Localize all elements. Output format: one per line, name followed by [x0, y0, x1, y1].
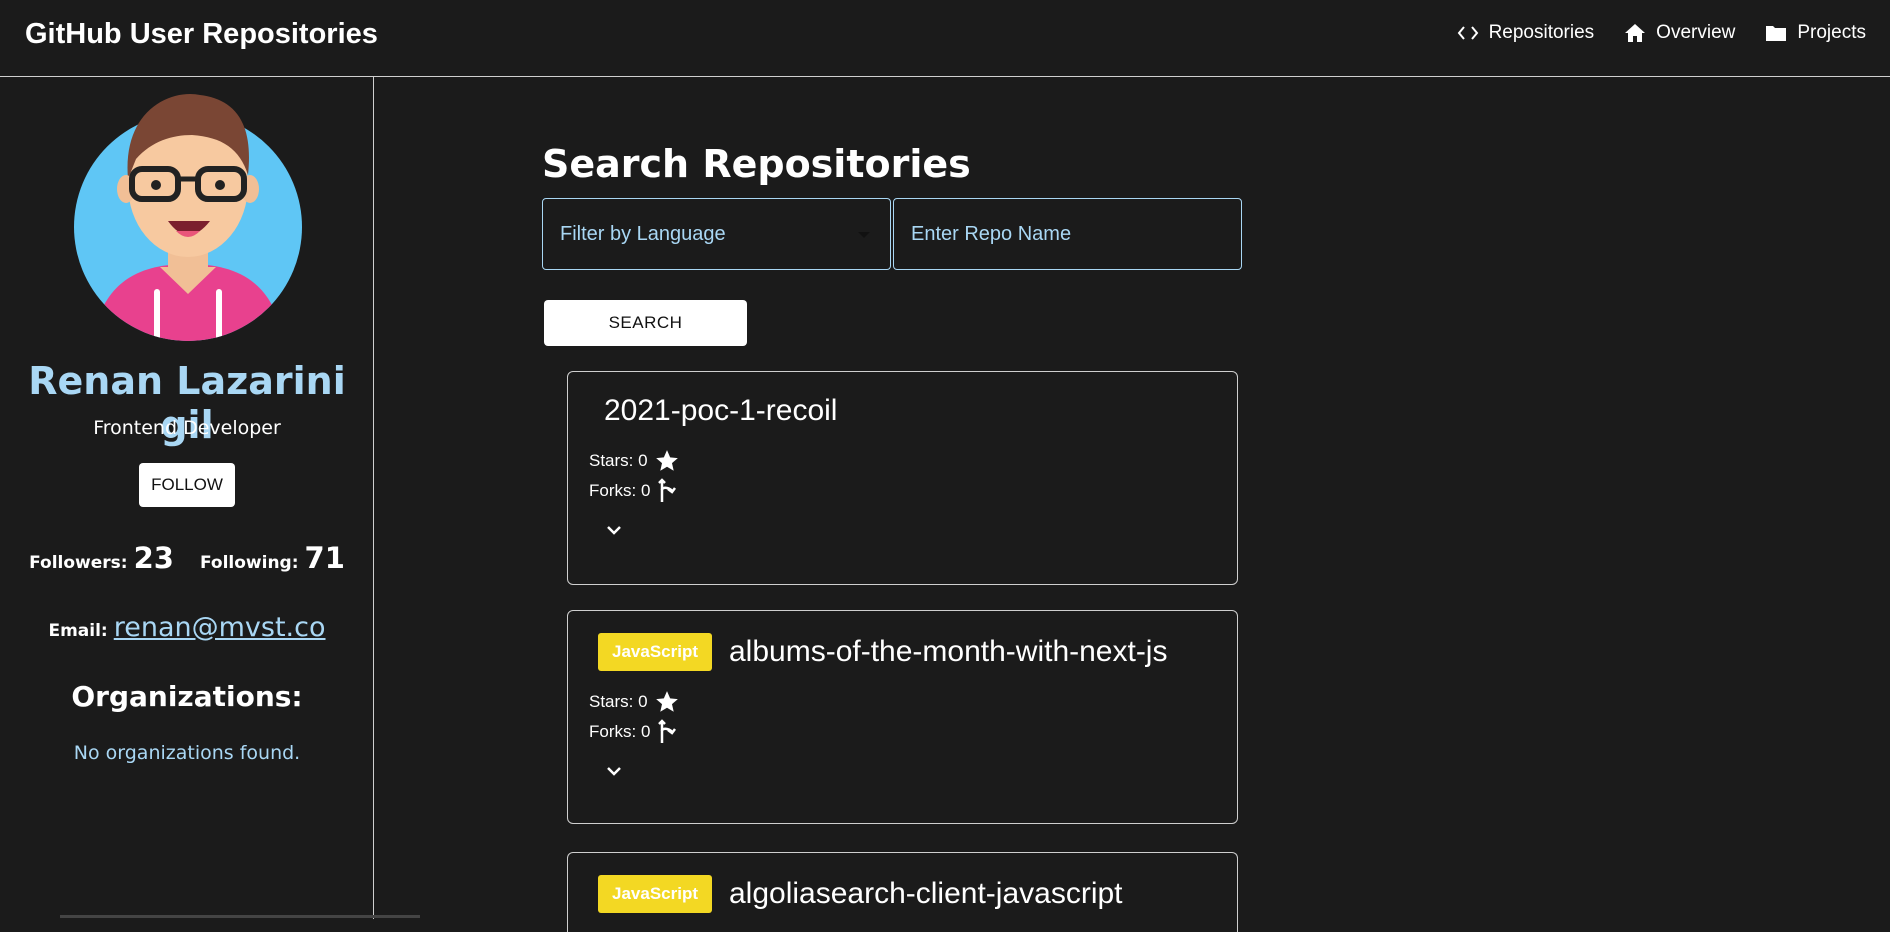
followers-label: Followers:: [29, 553, 128, 573]
repo-name[interactable]: algoliasearch-client-javascript: [729, 877, 1123, 911]
follow-button[interactable]: FOLLOW: [139, 463, 235, 507]
repo-name[interactable]: 2021-poc-1-recoil: [604, 394, 837, 428]
expand-chevron-icon[interactable]: [602, 518, 626, 542]
repo-name-placeholder: Enter Repo Name: [911, 222, 1072, 245]
repo-card[interactable]: JavaScript algoliasearch-client-javascri…: [567, 852, 1238, 932]
nav-repositories[interactable]: Repositories: [1457, 22, 1595, 44]
code-icon: [1457, 26, 1478, 40]
repo-forks-text: Forks: 0: [589, 481, 651, 500]
fork-icon: [658, 719, 677, 743]
home-icon: [1625, 24, 1646, 42]
search-title: Search Repositories: [542, 142, 971, 186]
follow-stats: Followers: 23 Following: 71: [0, 541, 374, 575]
fork-icon: [658, 478, 677, 502]
repo-stars-text: Stars: 0: [589, 692, 648, 711]
profile-sidebar: Renan Lazarini gil Frontend Developer FO…: [0, 77, 420, 919]
followers-stat: Followers: 23: [29, 541, 174, 575]
email-row: Email: renan@mvst.co: [0, 612, 374, 643]
language-badge: JavaScript: [598, 875, 712, 913]
user-role: Frontend Developer: [93, 417, 281, 439]
top-bar: GitHub User Repositories Repositories Ov…: [0, 0, 1890, 77]
repo-forks-text: Forks: 0: [589, 722, 651, 741]
repo-stars-text: Stars: 0: [589, 451, 648, 470]
top-nav: Repositories Overview Projects: [1427, 22, 1866, 44]
organizations-title: Organizations:: [71, 680, 303, 713]
nav-overview-label: Overview: [1656, 22, 1736, 43]
organizations-empty-message: No organizations found.: [73, 742, 301, 764]
star-icon: [655, 450, 678, 471]
following-label: Following:: [199, 553, 299, 573]
repo-forks: Forks: 0: [589, 478, 678, 504]
followers-count: 23: [133, 541, 174, 575]
repo-name-input[interactable]: Enter Repo Name: [893, 198, 1242, 270]
folder-icon: [1766, 26, 1787, 41]
repo-name[interactable]: albums-of-the-month-with-next-js: [729, 635, 1167, 669]
repo-header: 2021-poc-1-recoil: [604, 394, 837, 428]
following-count: 71: [304, 541, 345, 575]
repo-card[interactable]: 2021-poc-1-recoil Stars: 0 Forks: 0: [567, 371, 1238, 585]
horizontal-scrollbar[interactable]: [60, 915, 420, 918]
nav-repositories-label: Repositories: [1488, 22, 1595, 43]
dropdown-caret-icon: [858, 232, 870, 238]
avatar: [74, 93, 302, 341]
nav-overview[interactable]: Overview: [1624, 22, 1735, 44]
app-title: GitHub User Repositories: [25, 18, 378, 50]
repo-stars: Stars: 0: [589, 448, 680, 474]
language-filter-select[interactable]: Filter by Language: [542, 198, 891, 270]
star-icon: [655, 691, 678, 712]
email-label: Email:: [48, 621, 108, 641]
repo-header: JavaScript albums-of-the-month-with-next…: [598, 633, 1167, 671]
nav-projects-label: Projects: [1797, 22, 1866, 43]
repo-header: JavaScript algoliasearch-client-javascri…: [598, 875, 1123, 913]
repo-stars: Stars: 0: [589, 689, 680, 715]
email-link[interactable]: renan@mvst.co: [114, 612, 326, 643]
repo-forks: Forks: 0: [589, 719, 678, 745]
nav-projects[interactable]: Projects: [1765, 22, 1866, 44]
following-stat: Following: 71: [200, 541, 345, 575]
expand-chevron-icon[interactable]: [602, 759, 626, 783]
search-button[interactable]: SEARCH: [544, 300, 747, 346]
language-filter-placeholder: Filter by Language: [560, 222, 726, 245]
language-badge: JavaScript: [598, 633, 712, 671]
repo-card[interactable]: JavaScript albums-of-the-month-with-next…: [567, 610, 1238, 824]
